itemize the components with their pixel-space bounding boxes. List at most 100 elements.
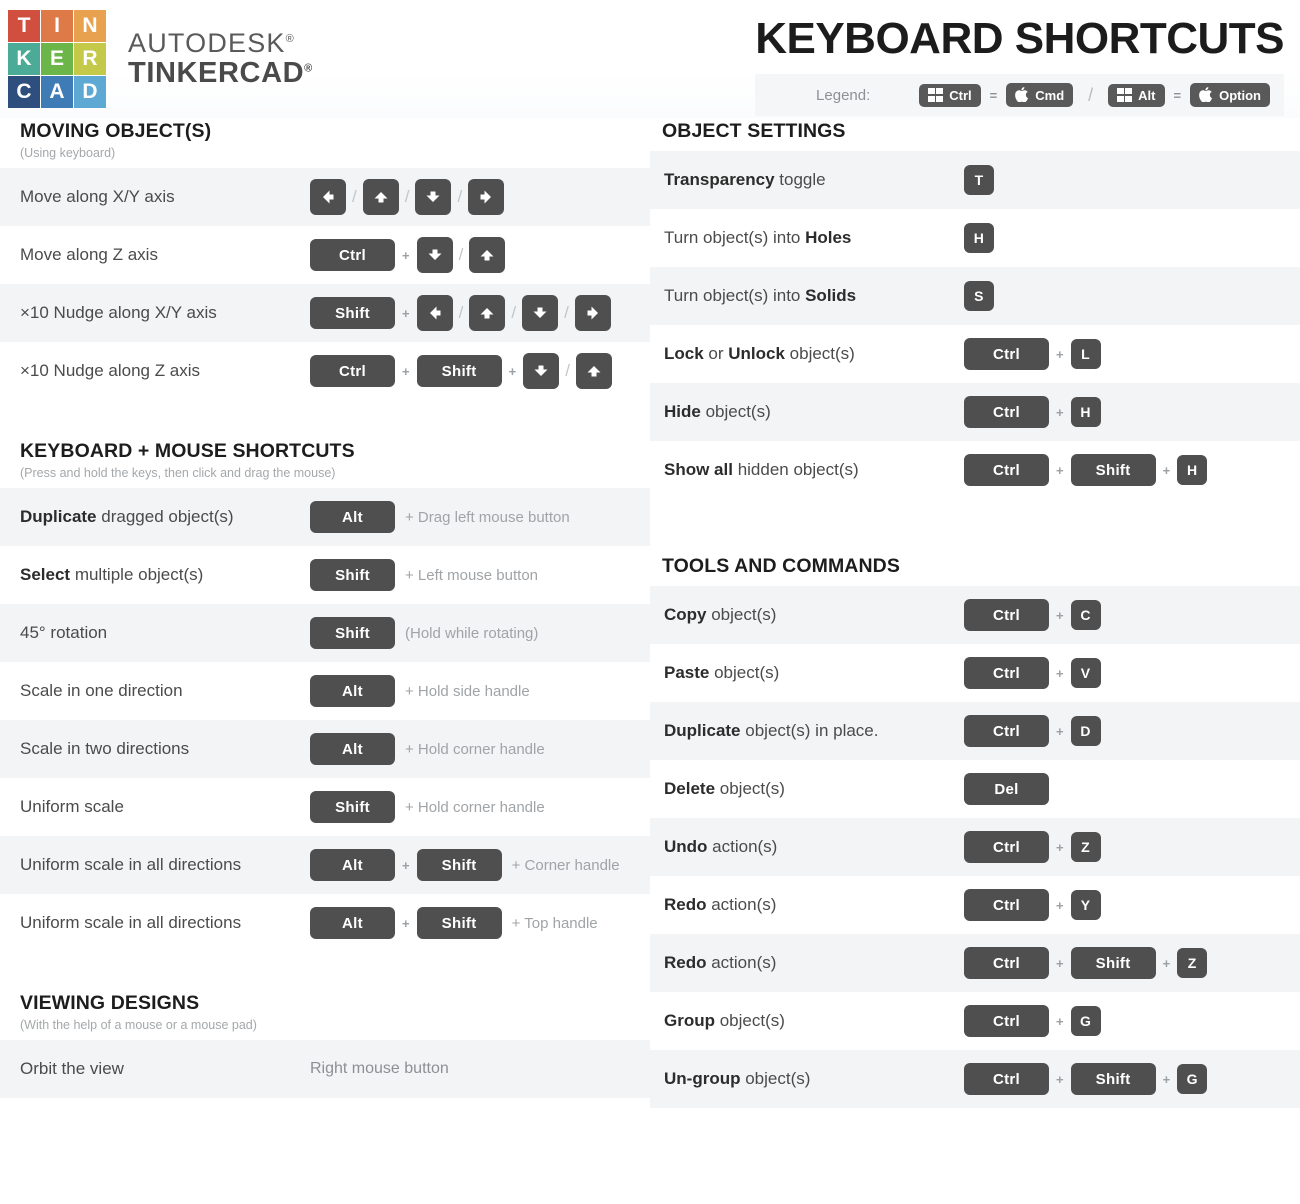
key-shift[interactable]: Shift bbox=[416, 355, 502, 387]
shortcut-row: Move along Z axis Ctrl + / bbox=[0, 226, 650, 284]
key-shift[interactable]: Shift bbox=[416, 849, 502, 881]
key-alt[interactable]: Alt bbox=[310, 849, 395, 881]
legend-pill-option: Option bbox=[1190, 83, 1270, 107]
key-ctrl[interactable]: Ctrl bbox=[964, 831, 1049, 863]
section-header-viewing: VIEWING DESIGNS (With the help of a mous… bbox=[0, 992, 650, 1032]
key-ctrl[interactable]: Ctrl bbox=[310, 239, 395, 271]
logo-wordmark: AUTODESK® TINKERCAD® bbox=[128, 30, 313, 88]
key-shift[interactable]: Shift bbox=[310, 791, 395, 823]
shortcut-label: Un-group object(s) bbox=[664, 1069, 811, 1088]
key-ctrl[interactable]: Ctrl bbox=[964, 1005, 1049, 1037]
shortcut-keys: Shift (Hold while rotating) bbox=[310, 617, 650, 649]
shortcut-row: Copy object(s) Ctrl + C bbox=[650, 586, 1300, 644]
key-alt[interactable]: Alt bbox=[310, 501, 395, 533]
key-t[interactable]: T bbox=[964, 165, 994, 195]
shortcut-label: Undo action(s) bbox=[664, 837, 778, 856]
key-ctrl[interactable]: Ctrl bbox=[964, 657, 1049, 689]
key-shift[interactable]: Shift bbox=[310, 617, 395, 649]
key-ctrl[interactable]: Ctrl bbox=[964, 599, 1049, 631]
key-z[interactable]: Z bbox=[1177, 948, 1208, 978]
shortcut-keys: Del bbox=[964, 773, 1300, 805]
section-header-object-settings: OBJECT SETTINGS bbox=[650, 120, 1300, 143]
key-ctrl[interactable]: Ctrl bbox=[964, 338, 1049, 370]
key-plus-separator: + bbox=[508, 363, 517, 379]
shortcut-keys: Ctrl + D bbox=[964, 715, 1300, 747]
key-arrow-up[interactable] bbox=[469, 295, 506, 331]
key-del[interactable]: Del bbox=[964, 773, 1049, 805]
key-g[interactable]: G bbox=[1070, 1006, 1101, 1036]
key-plus-separator: + bbox=[1162, 462, 1171, 478]
key-v[interactable]: V bbox=[1070, 658, 1101, 688]
key-shift[interactable]: Shift bbox=[1070, 947, 1156, 979]
section-subtitle: (Press and hold the keys, then click and… bbox=[20, 466, 336, 480]
shortcut-row: Lock or Unlock object(s) Ctrl + L bbox=[650, 325, 1300, 383]
logo-tile-d: D bbox=[74, 76, 106, 108]
section-header-moving: MOVING OBJECT(S) (Using keyboard) bbox=[0, 120, 650, 160]
key-z[interactable]: Z bbox=[1070, 832, 1101, 862]
key-plus-separator: + bbox=[1056, 955, 1064, 971]
key-alt[interactable]: Alt bbox=[310, 907, 395, 939]
windows-icon bbox=[1117, 88, 1133, 102]
key-d[interactable]: D bbox=[1070, 716, 1101, 746]
apple-icon bbox=[1015, 87, 1029, 103]
key-shift[interactable]: Shift bbox=[416, 907, 502, 939]
key-plus-separator: + bbox=[1056, 1013, 1064, 1029]
shortcut-mouse-note: Right mouse button bbox=[310, 1060, 449, 1077]
shortcut-keys: Alt + Hold side handle bbox=[310, 675, 650, 707]
key-h[interactable]: H bbox=[1177, 455, 1208, 485]
key-arrow-up[interactable] bbox=[362, 179, 399, 215]
shortcut-label: Uniform scale bbox=[20, 797, 124, 816]
key-arrow-up[interactable] bbox=[469, 237, 506, 273]
key-ctrl[interactable]: Ctrl bbox=[964, 454, 1049, 486]
key-shift[interactable]: Shift bbox=[310, 559, 395, 591]
key-arrow-down[interactable] bbox=[415, 179, 452, 215]
key-arrow-down[interactable] bbox=[523, 353, 560, 389]
key-arrow-right[interactable] bbox=[574, 295, 611, 331]
key-arrow-left[interactable] bbox=[310, 179, 346, 215]
shortcut-row: Duplicate object(s) in place. Ctrl + D bbox=[650, 702, 1300, 760]
key-ctrl[interactable]: Ctrl bbox=[964, 396, 1049, 428]
key-ctrl[interactable]: Ctrl bbox=[964, 715, 1049, 747]
key-plus-separator: + bbox=[1056, 665, 1064, 681]
shortcut-row: Scale in one direction Alt + Hold side han… bbox=[0, 662, 650, 720]
shortcut-label: Redo action(s) bbox=[664, 953, 777, 972]
key-plus-separator: + bbox=[402, 363, 410, 379]
key-alt[interactable]: Alt bbox=[310, 675, 395, 707]
shortcut-label: ×10 Nudge along X/Y axis bbox=[20, 303, 217, 322]
key-shift[interactable]: Shift bbox=[1070, 454, 1156, 486]
key-arrow-left[interactable] bbox=[416, 295, 453, 331]
shortcut-note: (Hold while rotating) bbox=[405, 624, 539, 642]
key-c[interactable]: C bbox=[1070, 600, 1101, 630]
key-ctrl[interactable]: Ctrl bbox=[964, 947, 1049, 979]
key-arrow-down[interactable] bbox=[522, 295, 559, 331]
key-arrow-down[interactable] bbox=[416, 237, 453, 273]
shortcut-row: Uniform scale in all directions Alt + Shift… bbox=[0, 894, 650, 952]
registered-mark-tinkercad: ® bbox=[304, 62, 313, 75]
key-y[interactable]: Y bbox=[1070, 890, 1101, 920]
left-column: MOVING OBJECT(S) (Using keyboard) Move a… bbox=[0, 120, 650, 1204]
key-ctrl[interactable]: Ctrl bbox=[310, 355, 395, 387]
key-arrow-up[interactable] bbox=[575, 353, 612, 389]
shortcut-list-keyboard-mouse: Duplicate dragged object(s) Alt + Drag lef… bbox=[0, 488, 650, 952]
key-alt[interactable]: Alt bbox=[310, 733, 395, 765]
key-ctrl[interactable]: Ctrl bbox=[964, 1063, 1049, 1095]
shortcut-label: Paste object(s) bbox=[664, 663, 780, 682]
legend-pill-ctrl: Ctrl bbox=[919, 83, 981, 107]
key-h[interactable]: H bbox=[964, 223, 994, 253]
key-ctrl[interactable]: Ctrl bbox=[964, 889, 1049, 921]
shortcut-label: Duplicate object(s) in place. bbox=[664, 721, 879, 740]
section-title: KEYBOARD + MOUSE SHORTCUTS bbox=[20, 440, 355, 462]
legend-equals-2: = bbox=[1173, 87, 1182, 103]
key-shift[interactable]: Shift bbox=[310, 297, 395, 329]
key-l[interactable]: L bbox=[1070, 339, 1101, 369]
key-g[interactable]: G bbox=[1177, 1064, 1208, 1094]
key-s[interactable]: S bbox=[964, 281, 994, 311]
title-area: KEYBOARD SHORTCUTS Legend: Ctrl = Cmd / … bbox=[755, 14, 1284, 116]
section-subtitle: (Using keyboard) bbox=[20, 146, 116, 160]
key-arrow-right[interactable] bbox=[468, 179, 505, 215]
key-slash-separator: / bbox=[565, 361, 570, 380]
key-shift[interactable]: Shift bbox=[1070, 1063, 1156, 1095]
key-h[interactable]: H bbox=[1070, 397, 1101, 427]
shortcut-list-object-settings: Transparency toggle T Turn object(s) into … bbox=[650, 151, 1300, 499]
shortcut-row: ×10 Nudge along Z axis Ctrl + Shift + / bbox=[0, 342, 650, 400]
